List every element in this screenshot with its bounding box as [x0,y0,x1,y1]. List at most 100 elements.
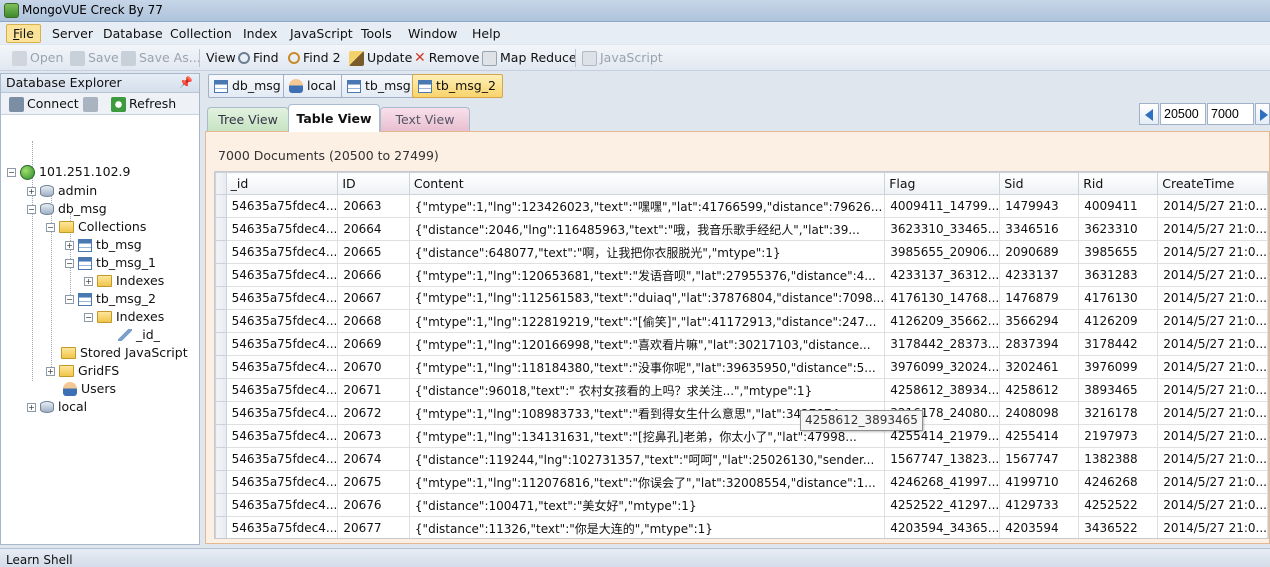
table-cell[interactable]: 3216178 [1078,401,1159,425]
next-page-button[interactable] [1255,103,1270,125]
expand-icon[interactable]: + [65,240,74,250]
table-cell[interactable]: {"distance":100471,"text":"美女好","mtype":… [408,493,886,517]
table-cell[interactable]: {"mtype":1,"lng":120166998,"text":"喜欢看片嘛… [408,332,886,356]
table-cell[interactable]: 4252522 [1078,493,1159,517]
table-cell[interactable]: 54635a75fdec4... [225,332,339,356]
table-cell[interactable]: 1476879 [999,286,1080,310]
table-cell[interactable]: 4199710 [999,470,1080,494]
table-cell[interactable]: 54635a75fdec4... [225,378,339,402]
table-cell[interactable]: 3985655_20906... [884,240,1001,264]
table-cell[interactable]: {"distance":2046,"lng":116485963,"text":… [408,217,886,241]
collapse-icon[interactable]: − [84,312,93,322]
expand-icon[interactable]: + [46,366,55,376]
table-cell[interactable]: 3178442_28373... [884,332,1001,356]
pin-icon[interactable]: 📌 [179,74,193,92]
table-cell[interactable]: 2014/5/27 21:0... [1157,194,1268,218]
menu-collection[interactable]: Collection [164,24,238,43]
row-header[interactable] [215,493,227,517]
table-cell[interactable]: 20672 [337,401,410,425]
row-header[interactable] [215,286,227,310]
table-cell[interactable]: 54635a75fdec4... [225,424,339,448]
tab-tree-view[interactable]: Tree View [207,107,289,131]
table-cell[interactable]: 54635a75fdec4... [225,355,339,379]
menu-server[interactable]: Server [46,24,99,43]
tree-node-tb-msg-1[interactable]: − tb_msg_1 [65,254,156,272]
refresh-button[interactable]: Refresh [111,95,176,113]
table-cell[interactable]: 54635a75fdec4... [225,217,339,241]
expand-icon[interactable]: + [84,276,93,286]
row-header[interactable] [215,447,227,471]
doc-tab-tb-msg[interactable]: tb_msg [341,74,418,98]
table-cell[interactable]: 2014/5/27 21:0... [1157,470,1268,494]
table-cell[interactable]: 20671 [337,378,410,402]
menu-file[interactable]: File [6,24,41,43]
table-cell[interactable]: 20676 [337,493,410,517]
table-row[interactable]: 54635a75fdec4... 20667 {"mtype":1,"lng":11… [215,286,1268,310]
table-cell[interactable]: 3893465 [1078,378,1159,402]
column-header-ID[interactable]: ID [337,172,410,195]
disconnect-button[interactable] [83,95,98,113]
table-cell[interactable]: 4258612_38934... [884,378,1001,402]
table-cell[interactable]: 2014/5/27 21:0... [1157,424,1268,448]
column-header-rid[interactable]: Rid [1078,172,1159,195]
table-cell[interactable]: 4203594_34365... [884,516,1001,538]
table-cell[interactable]: 4176130 [1078,286,1159,310]
save-as-button[interactable]: Save As... [121,49,201,67]
expand-icon[interactable]: + [27,402,36,412]
connect-button[interactable]: Connect [9,95,79,113]
table-cell[interactable]: 2014/5/27 21:0... [1157,493,1268,517]
table-cell[interactable]: 4258612 [999,378,1080,402]
table-cell[interactable]: 54635a75fdec4... [225,401,339,425]
table-cell[interactable]: 4176130_14768... [884,286,1001,310]
table-cell[interactable]: 20674 [337,447,410,471]
table-cell[interactable]: 54635a75fdec4... [225,263,339,287]
table-cell[interactable]: 2014/5/27 21:0... [1157,516,1268,538]
table-row[interactable]: 54635a75fdec4... 20669 {"mtype":1,"lng":12… [215,332,1268,356]
tree-node-server[interactable]: −101.251.102.9 [7,163,130,181]
table-cell[interactable]: 20669 [337,332,410,356]
tab-text-view[interactable]: Text View [380,107,470,131]
table-cell[interactable]: 2014/5/27 21:0... [1157,378,1268,402]
column-header-flag[interactable]: Flag [884,172,1001,195]
skip-input[interactable] [1160,103,1206,125]
limit-input[interactable] [1207,103,1254,125]
table-cell[interactable]: 4255414 [999,424,1080,448]
table-cell[interactable]: 2090689 [999,240,1080,264]
table-cell[interactable]: 4126209 [1078,309,1159,333]
tab-table-view[interactable]: Table View [288,104,380,132]
table-cell[interactable]: 2197973 [1078,424,1159,448]
menu-index[interactable]: Index [237,24,283,43]
table-cell[interactable]: 2014/5/27 21:0... [1157,240,1268,264]
find-button[interactable]: Find [238,49,279,67]
tree-node-id-index[interactable]: _id_ [118,326,160,344]
menu-javascript[interactable]: JavaScript [284,24,359,43]
menu-tools[interactable]: Tools [355,24,398,43]
table-cell[interactable]: 3566294 [999,309,1080,333]
row-header[interactable] [215,424,227,448]
tree-node-gridfs[interactable]: + GridFS [46,362,119,380]
row-header[interactable] [215,217,227,241]
table-row[interactable]: 54635a75fdec4... 20675 {"mtype":1,"lng":11… [215,470,1268,494]
table-cell[interactable]: 54635a75fdec4... [225,240,339,264]
tree-node-local[interactable]: + local [27,398,87,416]
row-header[interactable] [215,332,227,356]
table-cell[interactable]: 4252522_41297... [884,493,1001,517]
table-cell[interactable]: 4009411 [1078,194,1159,218]
expand-icon[interactable]: + [27,186,36,196]
table-cell[interactable]: 3436522 [1078,516,1159,538]
table-cell[interactable]: 3623310 [1078,217,1159,241]
table-row[interactable]: 54635a75fdec4... 20672 {"mtype":1,"lng":10… [215,401,1268,425]
row-header[interactable] [215,263,227,287]
table-cell[interactable]: {"mtype":1,"lng":118184380,"text":"没事你呢"… [408,355,886,379]
column-header-content[interactable]: Content [408,172,886,195]
table-cell[interactable]: 2014/5/27 21:0... [1157,309,1268,333]
menu-database[interactable]: Database [97,24,169,43]
tree-node-indexes-1[interactable]: + Indexes [84,272,164,290]
table-cell[interactable]: 20675 [337,470,410,494]
table-cell[interactable]: 2837394 [999,332,1080,356]
table-cell[interactable]: 2014/5/27 21:0... [1157,332,1268,356]
table-row[interactable]: 54635a75fdec4... 20670 {"mtype":1,"lng":11… [215,355,1268,379]
table-cell[interactable]: 4246268 [1078,470,1159,494]
doc-tab-db-msg[interactable]: db_msg [208,74,288,98]
table-cell[interactable]: 2014/5/27 21:0... [1157,263,1268,287]
